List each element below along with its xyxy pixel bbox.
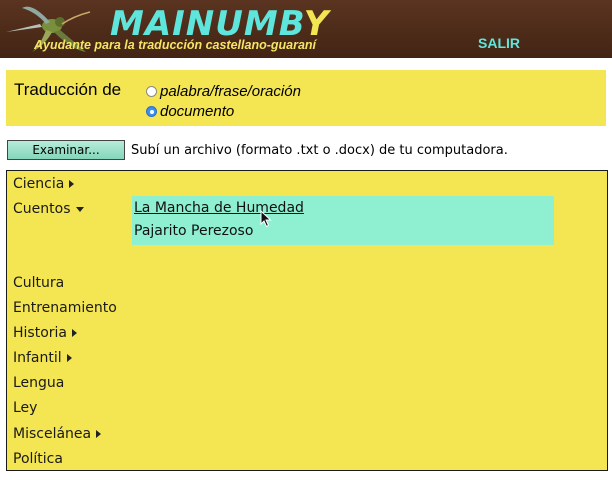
translation-mode-box: Traducción de palabra/frase/oración docu… <box>6 70 606 126</box>
category-cuentos[interactable]: Cuentos <box>13 201 85 217</box>
examinar-button[interactable]: Examinar... <box>7 140 125 160</box>
arrow-right-icon <box>66 354 72 362</box>
radio-option-documento[interactable]: documento <box>146 101 234 121</box>
category-historia[interactable]: Historia <box>13 325 77 341</box>
app-subtitle: Ayudante para la traducción castellano-g… <box>34 38 317 52</box>
arrow-down-icon <box>76 206 85 212</box>
radio-option-palabra[interactable]: palabra/frase/oración <box>146 81 301 101</box>
mouse-cursor-icon <box>260 210 272 228</box>
category-infantil-label[interactable]: Infantil <box>13 350 62 366</box>
category-infantil[interactable]: Infantil <box>13 350 72 366</box>
category-ciencia-label[interactable]: Ciencia <box>13 176 64 192</box>
app-header: MAINUMBY Ayudante para la traducción cas… <box>0 0 612 58</box>
submenu-item-pajarito[interactable]: Pajarito Perezoso <box>134 223 253 239</box>
category-historia-label[interactable]: Historia <box>13 325 67 341</box>
category-politica[interactable]: Política <box>13 451 63 467</box>
file-upload-hint: Subí un archivo (formato .txt o .docx) d… <box>131 143 508 158</box>
radio-palabra-label[interactable]: palabra/frase/oración <box>160 83 301 100</box>
category-entrenamiento[interactable]: Entrenamiento <box>13 300 117 316</box>
category-cuentos-label[interactable]: Cuentos <box>13 201 70 217</box>
categories-panel: Ciencia Cuentos La Mancha de Humedad Paj… <box>6 170 608 471</box>
radio-documento[interactable] <box>146 105 157 117</box>
radio-palabra[interactable] <box>146 85 157 97</box>
radio-documento-label[interactable]: documento <box>160 103 234 120</box>
salir-link[interactable]: SALIR <box>478 35 520 51</box>
arrow-right-icon <box>72 329 77 337</box>
category-cultura[interactable]: Cultura <box>13 275 64 291</box>
category-ciencia[interactable]: Ciencia <box>13 176 75 192</box>
category-miscelanea[interactable]: Miscelánea <box>13 426 102 442</box>
category-miscelanea-label[interactable]: Miscelánea <box>13 426 91 442</box>
submenu-item-la-mancha[interactable]: La Mancha de Humedad <box>134 200 304 216</box>
arrow-right-icon <box>96 430 102 438</box>
translation-mode-label: Traducción de <box>14 80 122 99</box>
category-ley[interactable]: Ley <box>13 400 37 416</box>
cuentos-submenu: La Mancha de Humedad Pajarito Perezoso <box>132 196 554 245</box>
arrow-right-icon <box>69 180 75 188</box>
category-lengua[interactable]: Lengua <box>13 375 64 391</box>
